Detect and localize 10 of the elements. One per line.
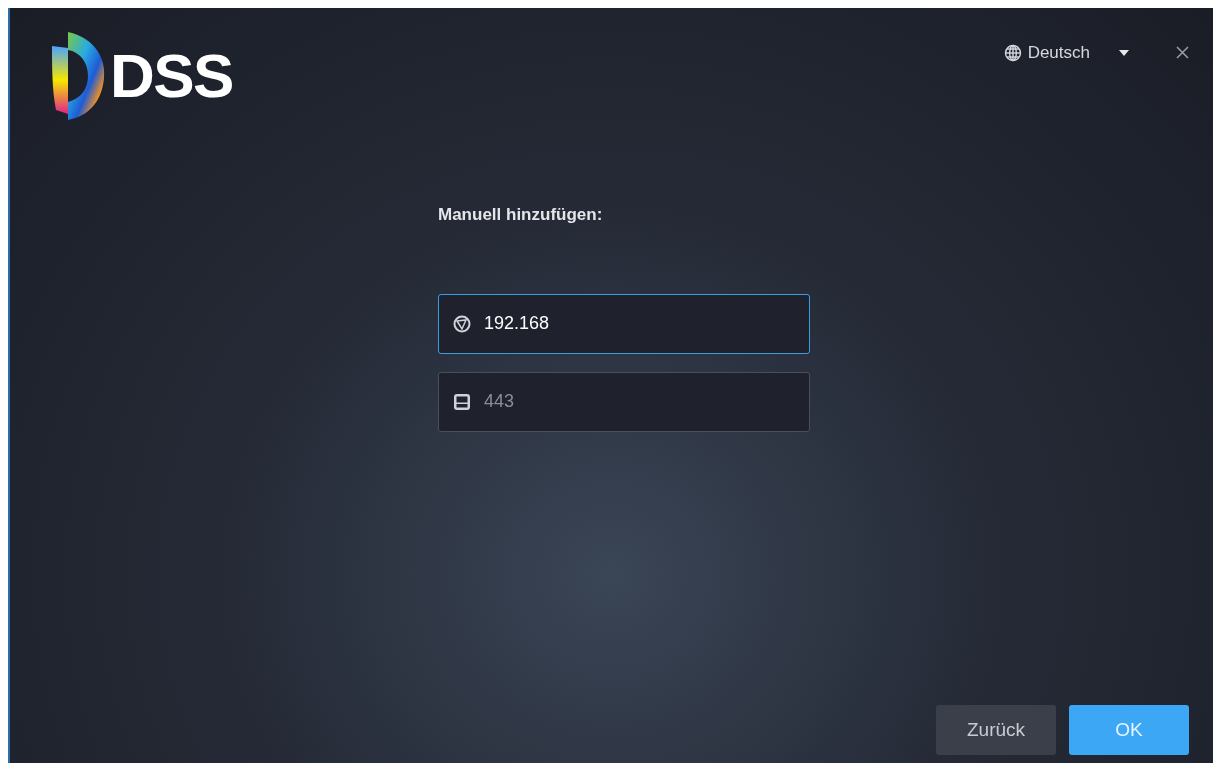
- form-heading: Manuell hinzufügen:: [438, 204, 604, 226]
- globe-icon: [1003, 43, 1022, 62]
- port-field[interactable]: 443: [438, 371, 810, 432]
- address-field[interactable]: 192.168: [438, 293, 810, 354]
- logo-text: DSS: [110, 45, 233, 107]
- logo-icon: [50, 30, 106, 122]
- close-icon: [1176, 46, 1189, 60]
- language-dropdown[interactable]: Deutsch: [1003, 40, 1130, 66]
- back-button[interactable]: Zurück: [936, 705, 1056, 755]
- caret-icon: [1118, 48, 1130, 57]
